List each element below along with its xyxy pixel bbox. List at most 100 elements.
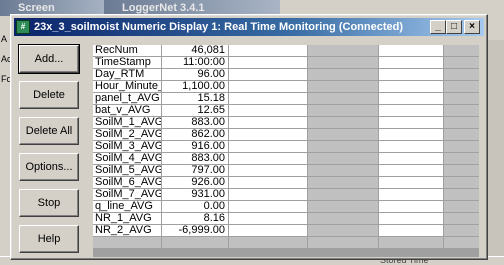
empty-cell <box>379 93 443 104</box>
empty-cell <box>379 213 443 224</box>
table-row[interactable]: Day_RTM 96.00 <box>93 69 479 81</box>
empty-cell <box>379 165 443 176</box>
field-value: 797.00 <box>162 165 228 176</box>
empty-cell <box>308 165 378 176</box>
field-value: 883.00 <box>162 117 228 128</box>
empty-cell <box>379 153 443 164</box>
field-value: 931.00 <box>162 189 228 200</box>
field-name: SoilM_3_AVG <box>93 141 161 152</box>
empty-cell <box>379 105 443 116</box>
table-row[interactable]: TimeStamp 11:00:00 <box>93 57 479 69</box>
empty-cell <box>308 57 378 68</box>
empty-cell <box>308 141 378 152</box>
maximize-button[interactable]: □ <box>446 20 462 34</box>
help-button[interactable]: Help <box>19 225 79 253</box>
table-row[interactable]: SoilM_2_AVG 862.00 <box>93 129 479 141</box>
field-name: SoilM_1_AVG <box>93 117 161 128</box>
empty-cell <box>379 237 443 248</box>
table-row[interactable]: RecNum 46,081 <box>93 45 479 57</box>
field-value: -6,999.00 <box>162 225 228 236</box>
table-row[interactable]: panel_t_AVG 15.18 <box>93 93 479 105</box>
window-titlebar[interactable]: # 23x_3_soilmoist Numeric Display 1: Rea… <box>14 18 484 36</box>
empty-cell <box>308 93 378 104</box>
empty-cell <box>379 129 443 140</box>
table-row[interactable]: NR_2_AVG -6,999.00 <box>93 225 479 237</box>
empty-cell <box>444 237 479 248</box>
field-value: 926.00 <box>162 177 228 188</box>
empty-cell <box>229 93 307 104</box>
empty-cell <box>229 129 307 140</box>
field-name: TimeStamp <box>93 57 161 68</box>
field-value: 11:00:00 <box>162 57 228 68</box>
empty-cell <box>444 213 479 224</box>
table-row[interactable]: SoilM_1_AVG 883.00 <box>93 117 479 129</box>
numeric-display-window: # 23x_3_soilmoist Numeric Display 1: Rea… <box>10 14 488 260</box>
empty-cell <box>229 81 307 92</box>
field-name: SoilM_6_AVG <box>93 177 161 188</box>
empty-cell <box>379 177 443 188</box>
field-name: NR_1_AVG <box>93 213 161 224</box>
close-button[interactable]: × <box>464 20 480 34</box>
table-row[interactable]: Hour_Minute_RTM1,100.00 <box>93 81 479 93</box>
field-value: 96.00 <box>162 69 228 80</box>
empty-cell <box>229 117 307 128</box>
table-row[interactable]: bat_v_AVG 12.65 <box>93 105 479 117</box>
empty-cell <box>308 81 378 92</box>
table-row[interactable]: SoilM_6_AVG 926.00 <box>93 177 479 189</box>
numeric-display-icon: # <box>16 20 30 34</box>
empty-cell <box>229 57 307 68</box>
empty-cell <box>379 45 443 56</box>
empty-cell <box>308 225 378 236</box>
empty-cell <box>308 45 378 56</box>
empty-cell <box>229 141 307 152</box>
empty-cell <box>229 189 307 200</box>
table-row[interactable]: SoilM_4_AVG 883.00 <box>93 153 479 165</box>
empty-cell <box>229 153 307 164</box>
empty-cell <box>379 141 443 152</box>
empty-cell <box>444 141 479 152</box>
table-row[interactable]: SoilM_3_AVG 916.00 <box>93 141 479 153</box>
delete-button[interactable]: Delete <box>19 81 79 109</box>
field-value: 916.00 <box>162 141 228 152</box>
left-tool-label: A <box>1 34 8 44</box>
empty-cell <box>229 177 307 188</box>
empty-cell <box>379 57 443 68</box>
stop-button[interactable]: Stop <box>19 189 79 217</box>
button-panel: Add... Delete Delete All Options... Stop… <box>15 37 87 257</box>
field-value: 15.18 <box>162 93 228 104</box>
field-name: SoilM_2_AVG <box>93 129 161 140</box>
options-button[interactable]: Options... <box>19 153 79 181</box>
empty-cell <box>444 81 479 92</box>
minimize-button[interactable]: _ <box>430 20 446 34</box>
empty-cell <box>444 201 479 212</box>
empty-cell <box>308 237 378 248</box>
table-row[interactable]: NR_1_AVG 8.16 <box>93 213 479 225</box>
empty-cell <box>379 69 443 80</box>
empty-cell <box>229 225 307 236</box>
table-row[interactable]: SoilM_7_AVG 931.00 <box>93 189 479 201</box>
empty-cell <box>162 237 228 248</box>
field-name: SoilM_5_AVG <box>93 165 161 176</box>
empty-cell <box>444 189 479 200</box>
field-value: 0.00 <box>162 201 228 212</box>
table-row[interactable]: SoilM_5_AVG 797.00 <box>93 165 479 177</box>
empty-cell <box>229 69 307 80</box>
table-row[interactable]: q_line_AVG 0.00 <box>93 201 479 213</box>
empty-cell <box>308 117 378 128</box>
empty-cell <box>444 105 479 116</box>
field-name: Day_RTM <box>93 69 161 80</box>
empty-cell <box>444 225 479 236</box>
add-button[interactable]: Add... <box>18 44 80 74</box>
delete-all-button[interactable]: Delete All <box>19 117 79 145</box>
empty-cell <box>444 45 479 56</box>
empty-cell <box>444 117 479 128</box>
field-value: 1,100.00 <box>162 81 228 92</box>
empty-cell <box>308 153 378 164</box>
empty-cell <box>229 213 307 224</box>
empty-cell <box>229 105 307 116</box>
empty-cell <box>379 81 443 92</box>
field-name: bat_v_AVG <box>93 105 161 116</box>
table-row-empty[interactable] <box>93 237 479 249</box>
data-grid[interactable]: RecNum 46,081 TimeStamp 11:00:00 Day_RTM 96… <box>93 45 479 257</box>
empty-cell <box>93 237 161 248</box>
